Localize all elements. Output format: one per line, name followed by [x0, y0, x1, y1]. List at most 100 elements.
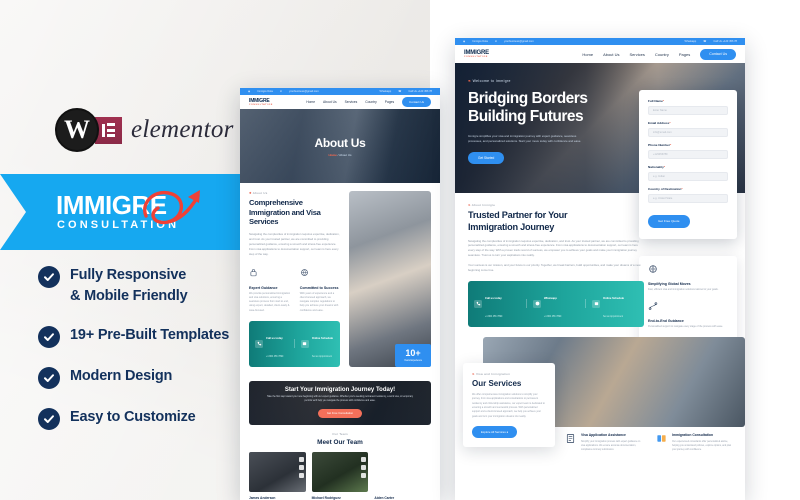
services-section: ❧ Visa and Immigration Our Services We o…: [455, 336, 745, 452]
team-card[interactable]: James Anderson Senior Immigration Consul…: [249, 451, 306, 500]
contact-schedule-value: Set an Appointment: [603, 315, 624, 318]
hero-get-started-button[interactable]: Get Started: [468, 151, 505, 164]
team-card[interactable]: Michael Rodriguez Visa Processing Specia…: [311, 451, 369, 500]
elementor-bar-2: [107, 128, 115, 132]
contact-schedule-label: Online Schedule: [311, 336, 333, 340]
topbar-right: Whatsapp ☎ Call Us +123 456 78: [380, 90, 433, 93]
topbar-phone[interactable]: Call Us +123 456 78: [713, 40, 737, 43]
team-social-icons[interactable]: [424, 456, 430, 478]
nav-item-pages[interactable]: Pages: [679, 52, 690, 57]
topbar-phone[interactable]: Call Us +123 456 78: [408, 90, 432, 93]
team-title: Meet Our Team: [317, 438, 363, 446]
cta-button[interactable]: Get Free Consultation: [317, 409, 363, 419]
feature-label-customize: Easy to Customize: [70, 409, 196, 426]
mail-icon: ✉: [494, 40, 498, 43]
about-title: Trusted Partner for Your Immigration Jou…: [468, 210, 644, 234]
topbar-email[interactable]: yourbusiness@gmail.com: [289, 90, 319, 93]
about-title: Comprehensive Immigration and Visa Servi…: [249, 198, 321, 227]
site-logo[interactable]: IMMIGRE CONSULTATION: [464, 50, 489, 58]
contact-call[interactable]: Call us today +1 800 456 7890: [255, 326, 288, 362]
about-feature-columns: Expert Guidance We provide personalized …: [249, 264, 340, 313]
nav-item-services[interactable]: Services: [345, 100, 358, 104]
nav-item-home[interactable]: Home: [306, 100, 315, 104]
form-input-phone[interactable]: +123456789: [648, 150, 728, 159]
location-icon: ◉: [463, 40, 466, 43]
nav-item-pages[interactable]: Pages: [385, 100, 394, 104]
wordpress-logo-letter: W: [64, 115, 90, 144]
topbar-email[interactable]: yourbusiness@gmail.com: [504, 40, 534, 43]
nav-item-about[interactable]: About Us: [603, 52, 619, 57]
nav-contact-button[interactable]: Contact Us: [402, 97, 431, 107]
breadcrumb-home[interactable]: Home: [328, 153, 336, 157]
services-card: ❧ Visa and Immigration Our Services We o…: [463, 362, 555, 447]
elementor-bars-group: [107, 123, 115, 137]
form-label-phone: Phone Number*: [648, 143, 728, 147]
team-social-icons[interactable]: [361, 456, 367, 478]
topbar-left: ◉ Immigre Duta ✉ yourbusiness@gmail.com: [248, 90, 319, 93]
required-mark: *: [663, 165, 666, 169]
nav-links: Home About Us Services Country Pages Con…: [582, 48, 736, 60]
about-eyebrow: ✷ About Us: [249, 191, 340, 195]
eyebrow-mark-icon: ❧: [468, 79, 472, 83]
form-label-text: Nationality: [648, 165, 664, 169]
contact-call-label: Call us today: [266, 336, 283, 340]
form-label-text: Phone Number: [648, 143, 671, 147]
team-card[interactable]: Aiden Carter Client Relations Manager Th…: [374, 452, 431, 500]
about-title-line2: Immigration Journey: [468, 221, 555, 232]
nav-contact-button[interactable]: Contact Us: [700, 48, 736, 60]
about-col-success: Committed to Success With years of exper…: [300, 264, 340, 313]
contact-whatsapp[interactable]: Whatsapp +1 800 456 7890: [533, 286, 579, 322]
team-grid: James Anderson Senior Immigration Consul…: [249, 451, 431, 500]
elementor-wordmark: elementor: [131, 116, 234, 143]
site-logo[interactable]: IMMIGRE CONSULTATION: [249, 98, 273, 106]
globe-check-icon: [300, 268, 308, 276]
check-circle-icon: [38, 408, 60, 431]
form-input-nationality[interactable]: e.g. Indian: [648, 172, 728, 181]
form-input-email[interactable]: info@email.com: [648, 128, 728, 137]
form-label-nationality: Nationality*: [648, 165, 728, 169]
required-mark: *: [681, 187, 683, 191]
team-photo: [311, 451, 369, 492]
facebook-icon: [424, 456, 430, 462]
service-item-text: Simplify your immigration process with e…: [581, 441, 641, 452]
service-item-text: Our experienced consultants offer person…: [672, 441, 732, 452]
topbar-whatsapp[interactable]: Whatsapp: [685, 40, 697, 43]
feature-item-templates: 19+ Pre-Built Templates: [38, 325, 250, 349]
about-eyebrow-text: About Immigre: [471, 203, 496, 207]
contact-schedule[interactable]: Online Schedule Set an Appointment: [300, 326, 334, 362]
linkedin-icon: [298, 472, 304, 478]
team-social-icons[interactable]: [298, 456, 304, 478]
mockup-about-page[interactable]: ◉ Immigre Duta ✉ yourbusiness@gmail.com …: [240, 88, 440, 500]
check-circle-icon: [38, 367, 60, 390]
facebook-icon: [298, 456, 304, 462]
breadcrumb: Home / About Us: [328, 153, 351, 157]
contact-schedule[interactable]: Online Schedule Set an Appointment: [592, 286, 638, 322]
linkedin-icon: [424, 472, 430, 478]
feature-line-1: Fully Responsive: [70, 267, 187, 283]
form-input-destination[interactable]: e.g. United State: [648, 194, 728, 203]
hero-title-line1: Bridging Borders: [468, 90, 588, 107]
topbar-whatsapp[interactable]: Whatsapp: [380, 90, 392, 93]
services-explore-button[interactable]: Explore All Services ●: [472, 425, 518, 438]
hero-title-line2: Building Futures: [468, 108, 584, 126]
mockup-home-page[interactable]: ◉ Immigre Duta ✉ yourbusiness@gmail.com …: [455, 38, 745, 500]
experience-badge-label: Years Experience: [404, 359, 422, 362]
feature-label-templates: 19+ Pre-Built Templates: [70, 327, 230, 344]
about-col-expert: Expert Guidance We provide personalized …: [249, 264, 291, 313]
form-input-fullname[interactable]: Enter Name: [648, 106, 728, 115]
team-photo: [374, 452, 431, 492]
services-items: Visa Application Assistance Simplify you…: [565, 433, 735, 452]
about-col-text-success: With years of experience and a client-fo…: [299, 291, 339, 312]
contact-call[interactable]: Call us today +1 800 456 7890: [474, 286, 520, 322]
nav-item-country[interactable]: Country: [365, 100, 377, 104]
nav-item-about[interactable]: About Us: [323, 100, 337, 104]
nav-item-home[interactable]: Home: [582, 52, 593, 57]
nav-item-services[interactable]: Services: [630, 52, 645, 57]
calendar-icon: [300, 339, 309, 348]
about-hero: About Us Home / About Us: [240, 109, 440, 183]
facebook-icon: [361, 456, 367, 462]
site-topbar: ◉ Immigre Duta ✉ yourbusiness@gmail.com …: [240, 88, 440, 95]
service-item-title: Visa Application Assistance: [581, 432, 626, 437]
twitter-icon: [424, 464, 430, 470]
nav-item-country[interactable]: Country: [655, 52, 669, 57]
